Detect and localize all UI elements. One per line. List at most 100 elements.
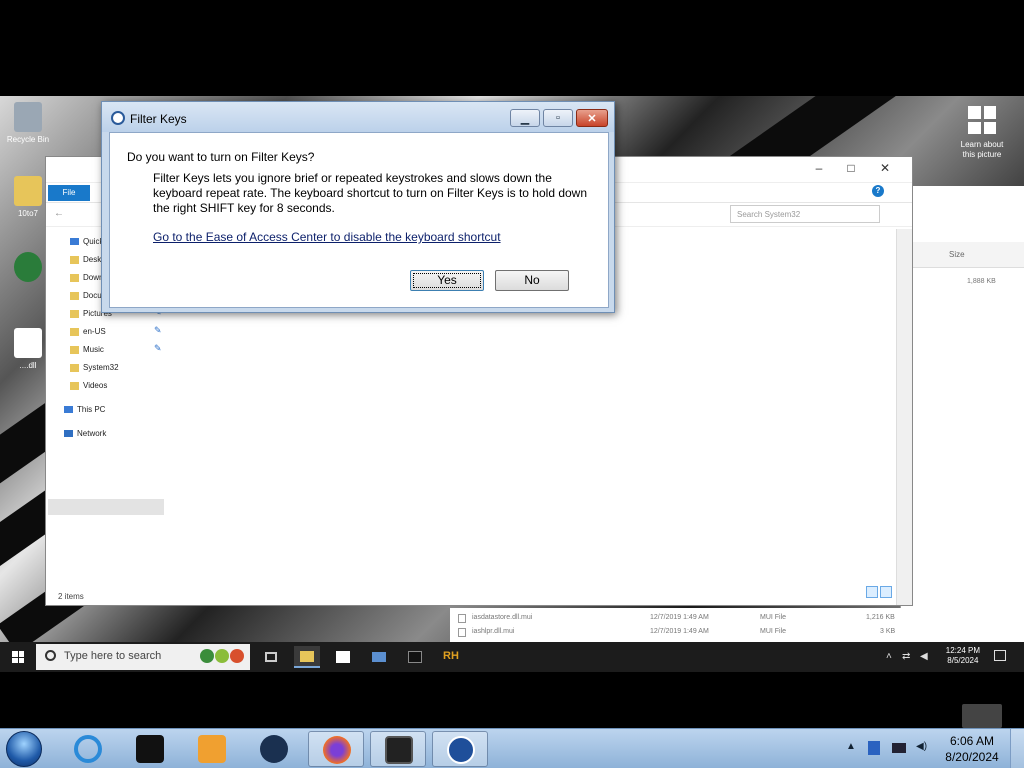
nav-this-pc[interactable]: This PC [64, 403, 105, 417]
taskbar: ▲ ◀) 6:06 AM 8/20/2024 [0, 728, 1024, 768]
tiles-icon [968, 106, 996, 134]
file-icon [458, 614, 466, 623]
volume-icon[interactable]: ◀) [916, 741, 927, 752]
remote-viewer-taskbar-button[interactable] [370, 731, 426, 767]
help-icon[interactable]: ? [872, 185, 884, 197]
folder-icon [14, 176, 42, 206]
notification-icon[interactable] [994, 650, 1006, 661]
maximize-icon: ▫ [556, 112, 560, 124]
pin-icon[interactable]: ✎ [154, 325, 162, 336]
recycle-bin-icon [14, 102, 42, 132]
network-tray-icon[interactable]: ⇄ [902, 651, 910, 662]
tray-app-icon[interactable] [868, 741, 880, 755]
learn-about-picture[interactable]: Learn about this picture [954, 106, 1010, 160]
file-size: 3 KB [880, 628, 896, 635]
nav-system32[interactable]: System32 [70, 361, 119, 375]
nav-label: System32 [83, 363, 119, 372]
dialog-question: Do you want to turn on Filter Keys? [127, 150, 315, 164]
file-row[interactable]: iasdatastore.dll.mui 12/7/2019 1:49 AM M… [450, 612, 910, 626]
computer-icon [64, 406, 73, 414]
nav-music[interactable]: Music [70, 343, 104, 357]
filter-keys-dialog[interactable]: Filter Keys ▁ ▫ ✕ Do you want to turn on… [101, 101, 615, 313]
dialog-description: Filter Keys lets you ignore brief or rep… [153, 171, 588, 215]
status-bar: 2 items [58, 592, 84, 601]
minimize-button[interactable]: ▁ [510, 109, 540, 127]
task-view-icon[interactable] [258, 646, 284, 668]
file-row[interactable]: iashlpr.dll.mui 12/7/2019 1:49 AM MUI Fi… [450, 626, 910, 640]
internet-explorer-icon [74, 735, 102, 763]
close-button[interactable]: ✕ [576, 109, 608, 127]
back-file-list: iasdatastore.dll.mui 12/7/2019 1:49 AM M… [450, 608, 910, 644]
taskbar-clock[interactable]: 6:06 AM 8/20/2024 [942, 733, 1002, 765]
firefox-icon [323, 736, 351, 764]
file-date: 12/7/2019 1:49 AM [650, 628, 709, 635]
folder-icon [70, 309, 79, 318]
desktop-icon-label: Recycle Bin [6, 135, 50, 144]
maximize-icon[interactable]: □ [836, 161, 866, 175]
start-orb-icon[interactable] [6, 731, 42, 767]
column-header: Size [901, 242, 1024, 268]
dialog-title-bar[interactable]: Filter Keys ▁ ▫ ✕ [102, 102, 614, 132]
file-icon [14, 328, 42, 358]
remote-connection-icon [447, 736, 475, 764]
monitor-app-icon[interactable] [402, 646, 428, 668]
globe-app-taskbar-button[interactable] [246, 731, 302, 767]
taskbar-search-input[interactable]: Type here to search [36, 644, 250, 670]
terminal-taskbar-button[interactable] [122, 731, 178, 767]
folder-icon [70, 255, 79, 264]
minimize-icon[interactable]: – [804, 161, 834, 175]
firefox-taskbar-button[interactable] [308, 731, 364, 767]
file-explorer-taskbar-icon[interactable] [294, 646, 320, 668]
folder-icon [70, 345, 79, 354]
file-tab[interactable]: File [48, 185, 90, 201]
vertical-scrollbar[interactable] [896, 229, 912, 605]
back-explorer-window[interactable]: Size 1,888 KB [900, 186, 1024, 672]
nav-network[interactable]: Network [64, 427, 106, 441]
file-size: 1,216 KB [866, 614, 895, 621]
back-arrow-icon[interactable]: ← [54, 208, 64, 219]
size-column-header[interactable]: Size [949, 250, 965, 259]
clock-time: 6:06 AM [949, 734, 995, 748]
no-button[interactable]: No [495, 270, 569, 291]
search-input[interactable]: Search System32 [730, 205, 880, 223]
ease-of-access-link[interactable]: Go to the Ease of Access Center to disab… [153, 230, 501, 244]
tiles-view-icon[interactable] [880, 586, 892, 598]
taskbar-clock[interactable]: 12:24 PM 8/5/2024 [946, 646, 980, 666]
details-view-icon[interactable] [866, 586, 878, 598]
store-icon[interactable] [330, 646, 356, 668]
nav-label: Videos [83, 381, 108, 390]
nav-videos[interactable]: Videos [70, 379, 107, 393]
folder-icon [70, 327, 79, 336]
folder-icon [70, 381, 79, 390]
tray-chevron-icon[interactable]: ˄ [886, 651, 892, 662]
screen: Recycle Bin 10to7 ....dll Learn about th… [0, 0, 1024, 768]
tray-chevron-icon[interactable]: ▲ [846, 741, 856, 752]
show-desktop-button[interactable] [1010, 729, 1024, 768]
media-player-icon [198, 735, 226, 763]
search-placeholder: Type here to search [64, 650, 162, 662]
desktop-icon-recycle-bin[interactable]: Recycle Bin [0, 102, 56, 144]
yes-button[interactable]: Yes [410, 270, 484, 291]
close-icon[interactable]: ✕ [870, 161, 900, 175]
file-name: iashlpr.dll.mui [472, 628, 515, 635]
learn-about-label: Learn about this picture [960, 140, 1004, 159]
search-icon [45, 650, 56, 661]
pin-icon[interactable]: ✎ [154, 343, 162, 354]
globe-icon [260, 735, 288, 763]
nav-label: Music [83, 345, 104, 354]
volume-icon[interactable]: ◀ [920, 651, 928, 662]
rdp-taskbar-button[interactable] [432, 731, 488, 767]
windows-start-icon[interactable] [12, 651, 24, 663]
maximize-button[interactable]: ▫ [543, 109, 573, 127]
remote-app-icon[interactable] [366, 646, 392, 668]
nav-en-us[interactable]: en-US [70, 325, 106, 339]
file-icon [458, 628, 466, 637]
network-icon[interactable] [892, 743, 906, 753]
media-player-taskbar-button[interactable] [184, 731, 240, 767]
internet-explorer-taskbar-button[interactable] [60, 731, 116, 767]
network-icon [64, 430, 73, 438]
rh-app-icon[interactable]: RH [438, 646, 464, 668]
file-name: iasdatastore.dll.mui [472, 614, 533, 621]
view-toggle[interactable] [864, 585, 892, 603]
minimize-icon: ▁ [520, 113, 530, 125]
